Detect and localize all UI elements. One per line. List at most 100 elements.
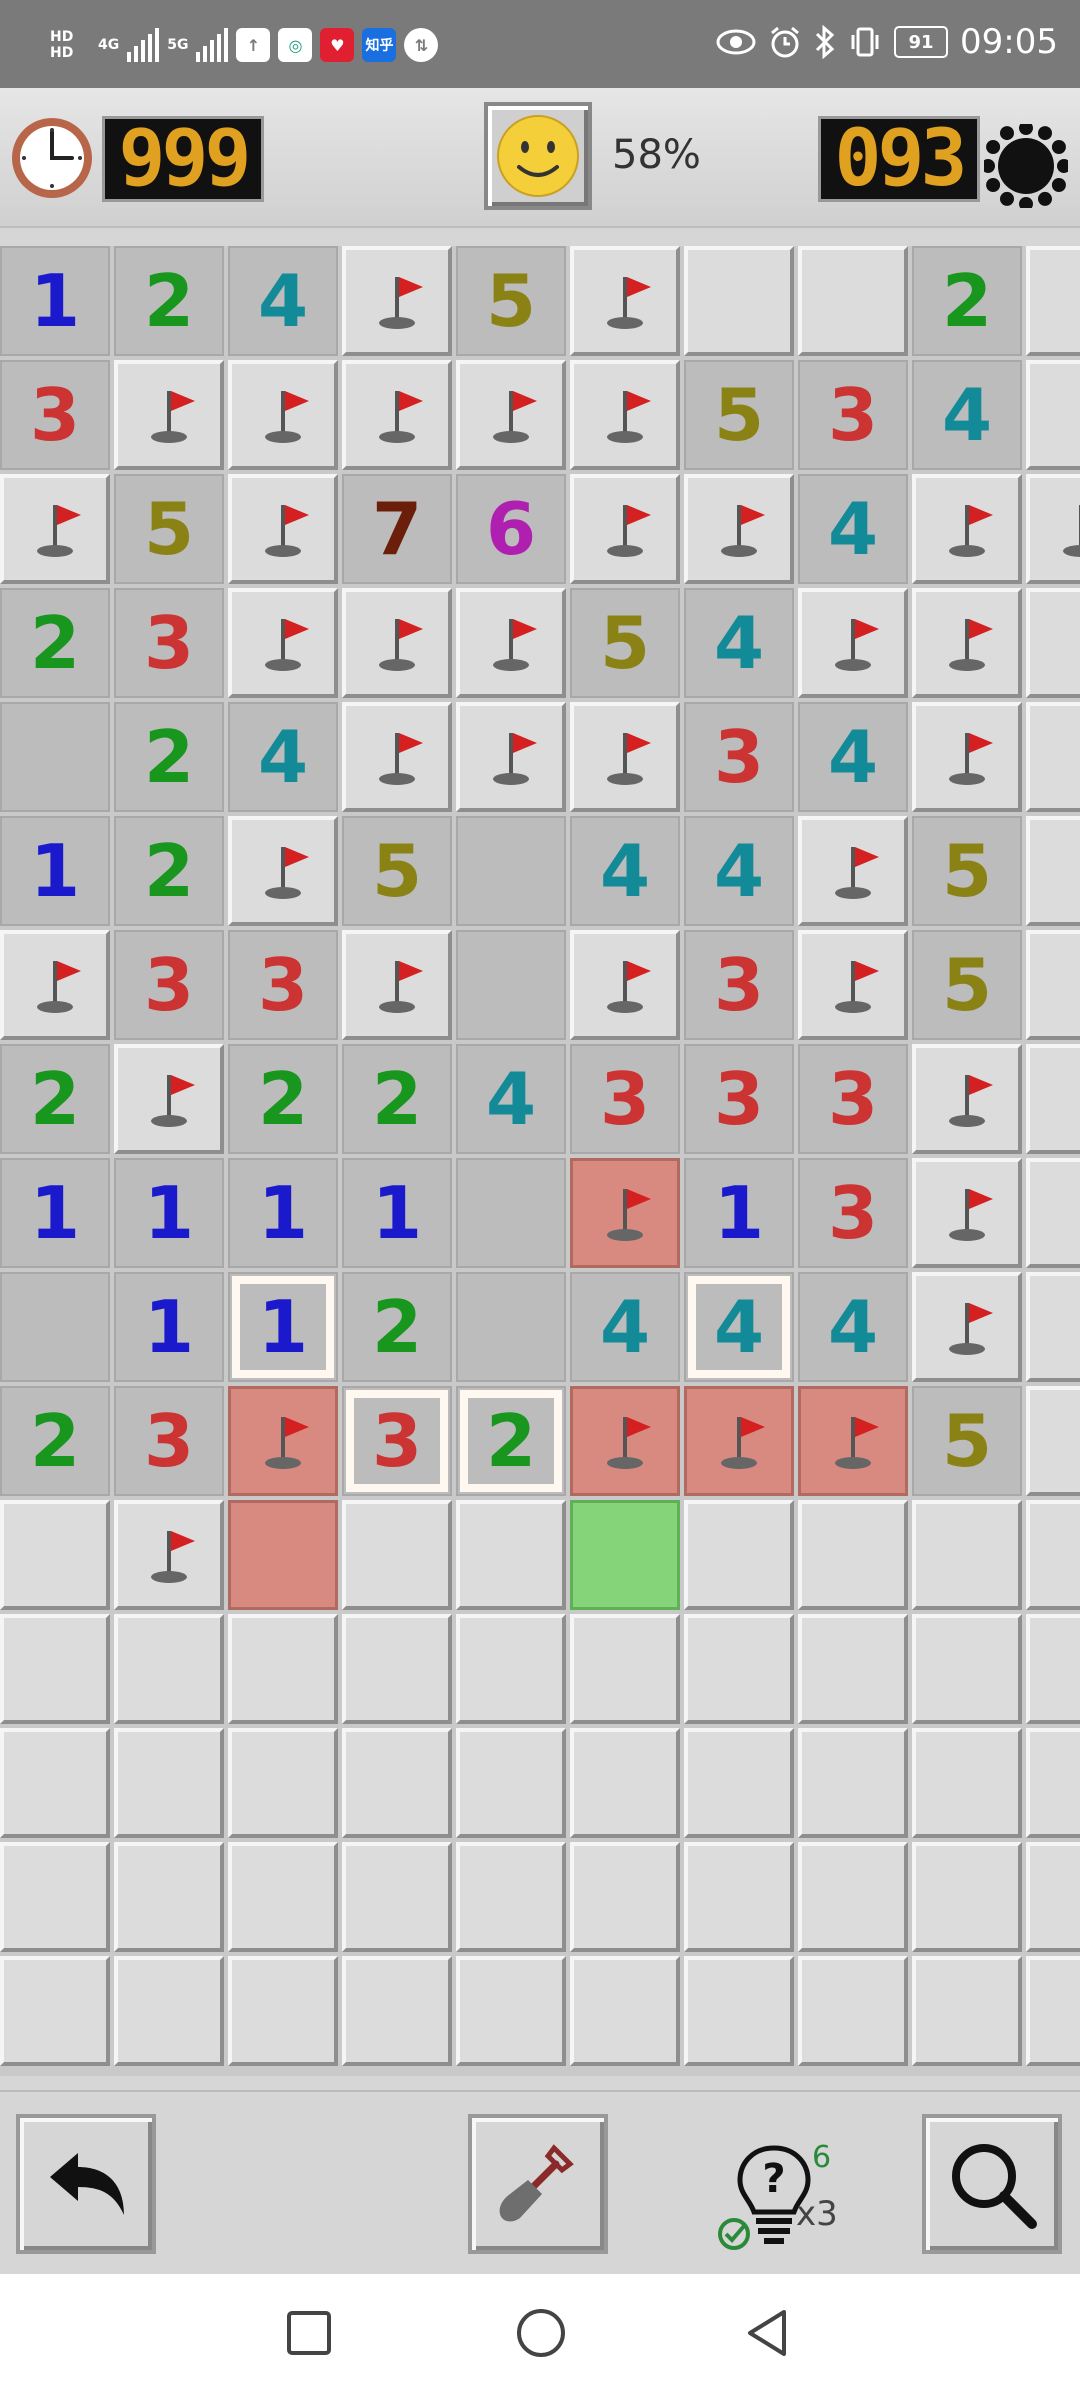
triangle-back-icon[interactable]: [744, 2308, 790, 2358]
number-cell[interactable]: 3: [684, 930, 794, 1040]
flag-icon[interactable]: [684, 1386, 794, 1496]
unopened-cell[interactable]: [798, 1842, 908, 1952]
flag-icon[interactable]: [570, 930, 680, 1040]
empty-cell[interactable]: [0, 1272, 110, 1382]
unopened-cell[interactable]: [1026, 360, 1080, 470]
number-cell[interactable]: 4: [684, 588, 794, 698]
flag-icon[interactable]: [570, 360, 680, 470]
number-cell[interactable]: 5: [570, 588, 680, 698]
number-cell[interactable]: 1: [114, 1272, 224, 1382]
flag-icon[interactable]: [456, 702, 566, 812]
number-cell[interactable]: 4: [228, 246, 338, 356]
number-cell[interactable]: 1: [114, 1158, 224, 1268]
number-cell[interactable]: 5: [684, 360, 794, 470]
unopened-cell[interactable]: [342, 1842, 452, 1952]
unopened-cell[interactable]: [342, 1956, 452, 2066]
unopened-cell[interactable]: [342, 1728, 452, 1838]
number-cell[interactable]: 4: [228, 702, 338, 812]
unopened-cell[interactable]: [684, 1728, 794, 1838]
flag-icon[interactable]: [912, 1044, 1022, 1154]
unopened-cell[interactable]: [798, 1500, 908, 1610]
number-cell[interactable]: 2: [0, 588, 110, 698]
number-cell[interactable]: 4: [684, 1272, 794, 1382]
number-cell[interactable]: 3: [114, 588, 224, 698]
unopened-cell[interactable]: [456, 1956, 566, 2066]
number-cell[interactable]: 1: [684, 1158, 794, 1268]
square-recent-icon[interactable]: [286, 2310, 332, 2356]
flag-icon[interactable]: [342, 246, 452, 356]
unopened-cell[interactable]: [228, 1614, 338, 1724]
flag-icon[interactable]: [798, 1386, 908, 1496]
unopened-cell[interactable]: [228, 1728, 338, 1838]
unopened-cell[interactable]: [912, 1956, 1022, 2066]
flag-icon[interactable]: [570, 474, 680, 584]
flag-icon[interactable]: [570, 702, 680, 812]
number-cell[interactable]: 2: [456, 1386, 566, 1496]
unopened-cell[interactable]: [798, 1614, 908, 1724]
unopened-cell[interactable]: [228, 1842, 338, 1952]
unopened-cell[interactable]: [570, 1956, 680, 2066]
flag-icon[interactable]: [342, 702, 452, 812]
number-cell[interactable]: 1: [0, 816, 110, 926]
circle-home-icon[interactable]: [516, 2308, 566, 2358]
flag-icon[interactable]: [912, 1272, 1022, 1382]
unopened-cell[interactable]: [456, 1842, 566, 1952]
flag-icon[interactable]: [912, 702, 1022, 812]
unopened-cell[interactable]: [0, 1728, 110, 1838]
unopened-cell[interactable]: [912, 1614, 1022, 1724]
unopened-cell[interactable]: [1026, 588, 1080, 698]
flag-icon[interactable]: [912, 474, 1022, 584]
unopened-cell[interactable]: [570, 1842, 680, 1952]
unopened-cell[interactable]: [456, 1728, 566, 1838]
unopened-cell[interactable]: [1026, 1614, 1080, 1724]
unopened-cell[interactable]: [456, 1500, 566, 1610]
number-cell[interactable]: 4: [684, 816, 794, 926]
flag-icon[interactable]: [684, 474, 794, 584]
number-cell[interactable]: 3: [0, 360, 110, 470]
number-cell[interactable]: 4: [456, 1044, 566, 1154]
flag-icon[interactable]: [798, 930, 908, 1040]
flag-icon[interactable]: [228, 360, 338, 470]
unopened-cell[interactable]: [798, 1956, 908, 2066]
number-cell[interactable]: 3: [684, 702, 794, 812]
number-cell[interactable]: 2: [0, 1386, 110, 1496]
empty-cell[interactable]: [456, 930, 566, 1040]
unopened-cell[interactable]: [114, 1614, 224, 1724]
flag-icon[interactable]: [456, 588, 566, 698]
number-cell[interactable]: 2: [912, 246, 1022, 356]
flag-icon[interactable]: [1026, 474, 1080, 584]
dig-mode-button[interactable]: [468, 2114, 608, 2254]
number-cell[interactable]: 2: [228, 1044, 338, 1154]
number-cell[interactable]: 1: [0, 246, 110, 356]
number-cell[interactable]: 2: [114, 816, 224, 926]
unopened-cell[interactable]: [684, 1614, 794, 1724]
selected-cell[interactable]: [570, 1500, 680, 1610]
flag-icon[interactable]: [0, 474, 110, 584]
empty-cell[interactable]: [0, 702, 110, 812]
flag-icon[interactable]: [228, 1386, 338, 1496]
unopened-cell[interactable]: [114, 1728, 224, 1838]
unopened-cell[interactable]: [1026, 1728, 1080, 1838]
flag-icon[interactable]: [228, 816, 338, 926]
unopened-cell[interactable]: [342, 1614, 452, 1724]
number-cell[interactable]: 3: [570, 1044, 680, 1154]
flag-icon[interactable]: [912, 1158, 1022, 1268]
flag-icon[interactable]: [570, 1158, 680, 1268]
number-cell[interactable]: 2: [114, 702, 224, 812]
unopened-cell[interactable]: [0, 1956, 110, 2066]
number-cell[interactable]: 3: [342, 1386, 452, 1496]
number-cell[interactable]: 3: [114, 1386, 224, 1496]
unopened-cell[interactable]: [456, 1614, 566, 1724]
unopened-cell[interactable]: [912, 1500, 1022, 1610]
unopened-cell[interactable]: [798, 246, 908, 356]
unopened-cell[interactable]: [1026, 1158, 1080, 1268]
unopened-cell[interactable]: [1026, 1956, 1080, 2066]
flag-icon[interactable]: [456, 360, 566, 470]
empty-cell[interactable]: [456, 816, 566, 926]
number-cell[interactable]: 1: [228, 1272, 338, 1382]
undo-button[interactable]: [16, 2114, 156, 2254]
number-cell[interactable]: 5: [912, 816, 1022, 926]
number-cell[interactable]: 3: [228, 930, 338, 1040]
number-cell[interactable]: 5: [456, 246, 566, 356]
number-cell[interactable]: 6: [456, 474, 566, 584]
